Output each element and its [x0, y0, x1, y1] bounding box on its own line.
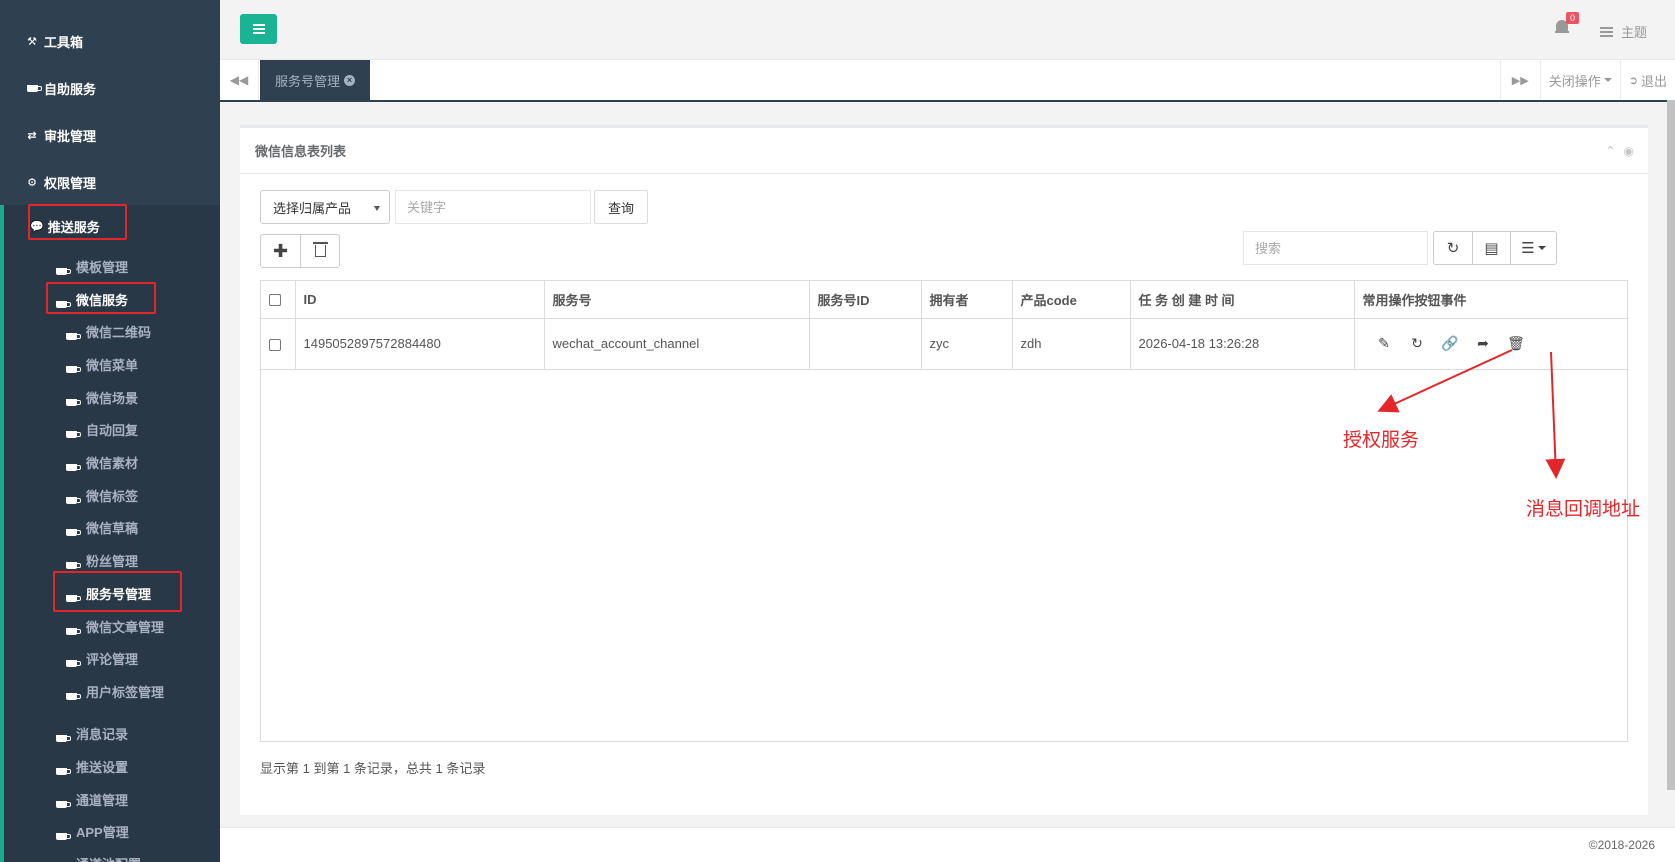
annotation-auth-service: 授权服务	[1343, 430, 1420, 451]
arrow-auth	[1377, 349, 1513, 413]
copyright: ©2018-2026	[1588, 838, 1655, 852]
annotation-callback-url: 消息回调地址	[1526, 499, 1641, 520]
annotation-arrows	[1377, 349, 1566, 479]
arrow-callback	[1545, 351, 1566, 479]
page-footer: ©2018-2026	[220, 827, 1675, 862]
vertical-scrollbar[interactable]	[1667, 100, 1675, 790]
